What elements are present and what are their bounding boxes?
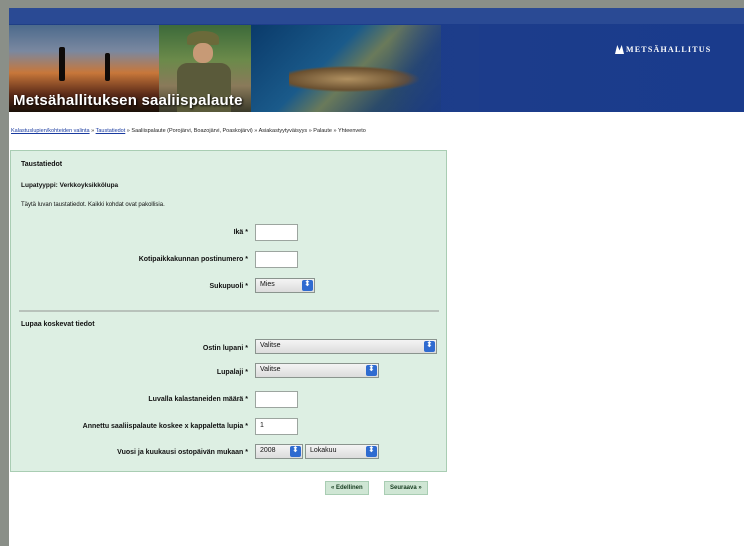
age-label: Ikä *: [233, 229, 248, 236]
gender-selected-value: Mies: [260, 281, 275, 288]
face-shape: [193, 43, 213, 63]
brand-name: METSÄHALLITUS: [626, 45, 712, 54]
select-arrow-icon: [366, 364, 377, 376]
year-select[interactable]: 2008: [255, 444, 303, 459]
fishers-count-label: Luvalla kalastaneiden määrä *: [148, 396, 248, 403]
section-title-background: Taustatiedot: [21, 161, 63, 168]
permit-type: Lupatyyppi: Verkkoyksikkölupa: [21, 182, 119, 189]
year-month-label: Vuosi ja kuukausi ostopäivän mukaan *: [117, 449, 248, 456]
got-permit-select[interactable]: Valitse: [255, 339, 437, 354]
banner-fade: [389, 25, 479, 112]
got-permit-selected-value: Valitse: [260, 342, 281, 349]
angler-silhouette: [59, 47, 65, 81]
select-arrow-icon: [290, 445, 301, 457]
brand-logo-group: METSÄHALLITUS: [615, 45, 711, 54]
gender-select[interactable]: Mies: [255, 278, 315, 293]
section-title-permit: Lupaa koskevat tiedot: [21, 321, 95, 328]
window-frame-top: [0, 0, 744, 8]
age-input[interactable]: [255, 224, 298, 241]
month-select[interactable]: Lokakuu: [305, 444, 379, 459]
breadcrumb-link-selection[interactable]: Kalastuslupien/kohteiden valinta: [11, 128, 90, 134]
section-divider: [19, 310, 439, 312]
feedback-count-label: Annettu saaliispalaute koskee x kappalet…: [82, 423, 248, 430]
previous-button[interactable]: « Edellinen: [325, 481, 369, 495]
month-selected-value: Lokakuu: [310, 447, 337, 454]
select-arrow-icon: [424, 340, 435, 352]
breadcrumb-link-background[interactable]: Taustatiedot: [96, 128, 126, 134]
select-arrow-icon: [366, 445, 377, 457]
feedback-count-input[interactable]: 1: [255, 418, 298, 435]
breadcrumb-rest: » Saaliispalaute (Porojärvi, Boazojärvi,…: [125, 128, 366, 134]
breadcrumb: Kalastuslupien/kohteiden valinta » Taust…: [11, 128, 366, 134]
postcode-input[interactable]: [255, 251, 298, 268]
window-frame-left: [0, 0, 9, 546]
form-panel: Taustatiedot Lupatyyppi: Verkkoyksikkölu…: [10, 150, 447, 472]
select-arrow-icon: [302, 279, 313, 291]
instructions-text: Täytä luvan taustatiedot. Kaikki kohdat …: [21, 202, 165, 208]
permit-kind-select[interactable]: Valitse: [255, 363, 379, 378]
fishers-count-input[interactable]: [255, 391, 298, 408]
banner-top-strip: [9, 8, 744, 24]
brand-mark-icon: [615, 45, 624, 54]
next-button[interactable]: Seuraava »: [384, 481, 428, 495]
gender-label: Sukupuoli *: [209, 283, 249, 290]
angler-silhouette: [105, 53, 110, 81]
permit-kind-selected-value: Valitse: [260, 366, 281, 373]
postcode-label: Kotipaikkakunnan postinumero *: [138, 256, 248, 263]
got-permit-label: Ostin lupani *: [202, 345, 248, 352]
header-banner: Metsähallituksen saaliispalaute METSÄHAL…: [9, 8, 744, 112]
banner-title: Metsähallituksen saaliispalaute: [13, 92, 243, 109]
year-selected-value: 2008: [260, 447, 276, 454]
permit-kind-label: Lupalaji *: [216, 369, 248, 376]
